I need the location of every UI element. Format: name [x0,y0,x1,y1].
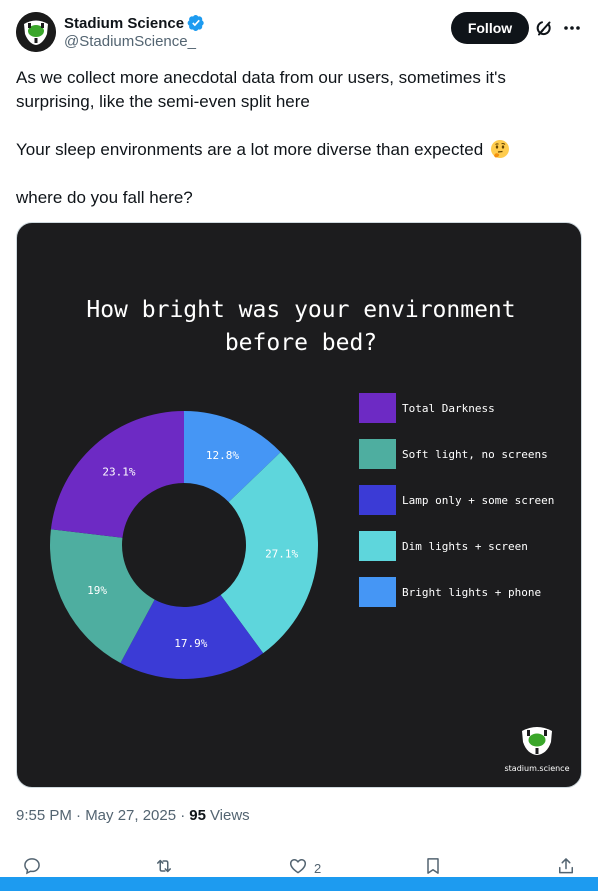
chart-legend: Total Darkness Soft light, no screens Lamp… [359,393,554,607]
legend-swatch [359,577,396,607]
author-avatar[interactable] [16,12,56,52]
chart-title-line1: How bright was your environment [86,297,515,323]
legend-label: Lamp only + some screen [402,494,554,507]
chart-title-line2: before bed? [225,330,377,356]
stadium-science-logo-icon [522,727,552,755]
tweet-timestamp[interactable]: 9:55 PM · May 27, 2025 · [16,807,185,824]
legend-swatch [359,393,396,423]
watermark-text: stadium.science [504,764,569,773]
tweet-paragraph: As we collect more anecdotal data from o… [16,68,506,111]
legend-swatch [359,531,396,561]
views-label: Views [209,806,250,824]
views-count: 95 [189,806,206,824]
tweet-paragraph-text: Your sleep environments are a lot more d… [16,140,484,159]
legend-label: Soft light, no screens [402,448,548,461]
tweet-paragraph: Your sleep environments are a lot more d… [16,138,582,162]
verified-badge-icon[interactable] [187,14,205,32]
chart-data-label: 12.8% [206,449,239,462]
chart-data-label: 23.1% [102,466,135,479]
like-count: 2 [314,860,322,876]
author-name-row[interactable]: Stadium Science [64,13,205,33]
legend-label: Bright lights + phone [402,586,541,599]
grok-icon[interactable] [535,18,555,38]
tweet-media-image[interactable]: How bright was your environment before b… [16,222,582,788]
tweet-paragraph: where do you fall here? [16,188,193,207]
bottom-bar [0,877,598,891]
chart-data-label: 17.9% [174,637,207,650]
tweet-header: Stadium Science @StadiumScience_ Follow [16,12,582,54]
author-handle[interactable]: @StadiumScience_ [64,33,196,50]
legend-swatch [359,485,396,515]
donut-chart: How bright was your environment before b… [50,297,570,773]
more-icon[interactable] [562,18,582,38]
legend-label: Dim lights + screen [402,540,528,553]
chart-data-label: 19% [87,584,107,597]
legend-swatch [359,439,396,469]
tweet-text: As we collect more anecdotal data from o… [16,66,582,210]
author-display-name[interactable]: Stadium Science [64,15,184,32]
legend-label: Total Darkness [402,402,495,415]
thinking-face-icon [490,139,510,159]
follow-button[interactable]: Follow [451,12,529,44]
tweet-meta: 9:55 PM · May 27, 2025 · 95 Views [16,805,250,825]
chart-data-label: 27.1% [265,547,298,560]
